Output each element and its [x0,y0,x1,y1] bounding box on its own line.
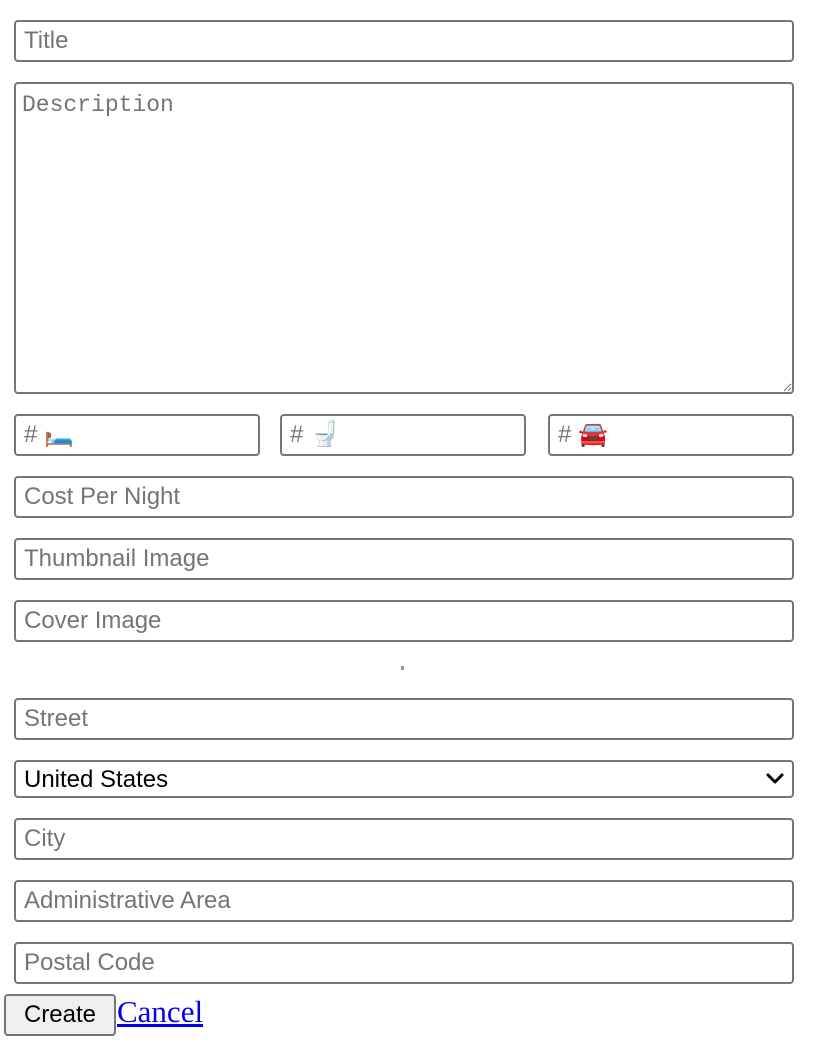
cover-image-input[interactable] [14,600,794,642]
cancel-link[interactable]: Cancel [117,994,203,1030]
title-input[interactable] [14,20,794,62]
bedrooms-input[interactable] [14,414,260,456]
cost-per-night-input[interactable] [14,476,794,518]
image-preview-placeholder [401,666,404,670]
postal-code-input[interactable] [14,942,794,984]
administrative-area-input[interactable] [14,880,794,922]
bathrooms-input[interactable] [280,414,526,456]
description-textarea[interactable] [14,82,794,394]
city-input[interactable] [14,818,794,860]
create-button[interactable]: Create [4,994,116,1036]
thumbnail-image-input[interactable] [14,538,794,580]
street-input[interactable] [14,698,794,740]
parking-input[interactable] [548,414,794,456]
country-select[interactable]: United States [14,760,794,798]
